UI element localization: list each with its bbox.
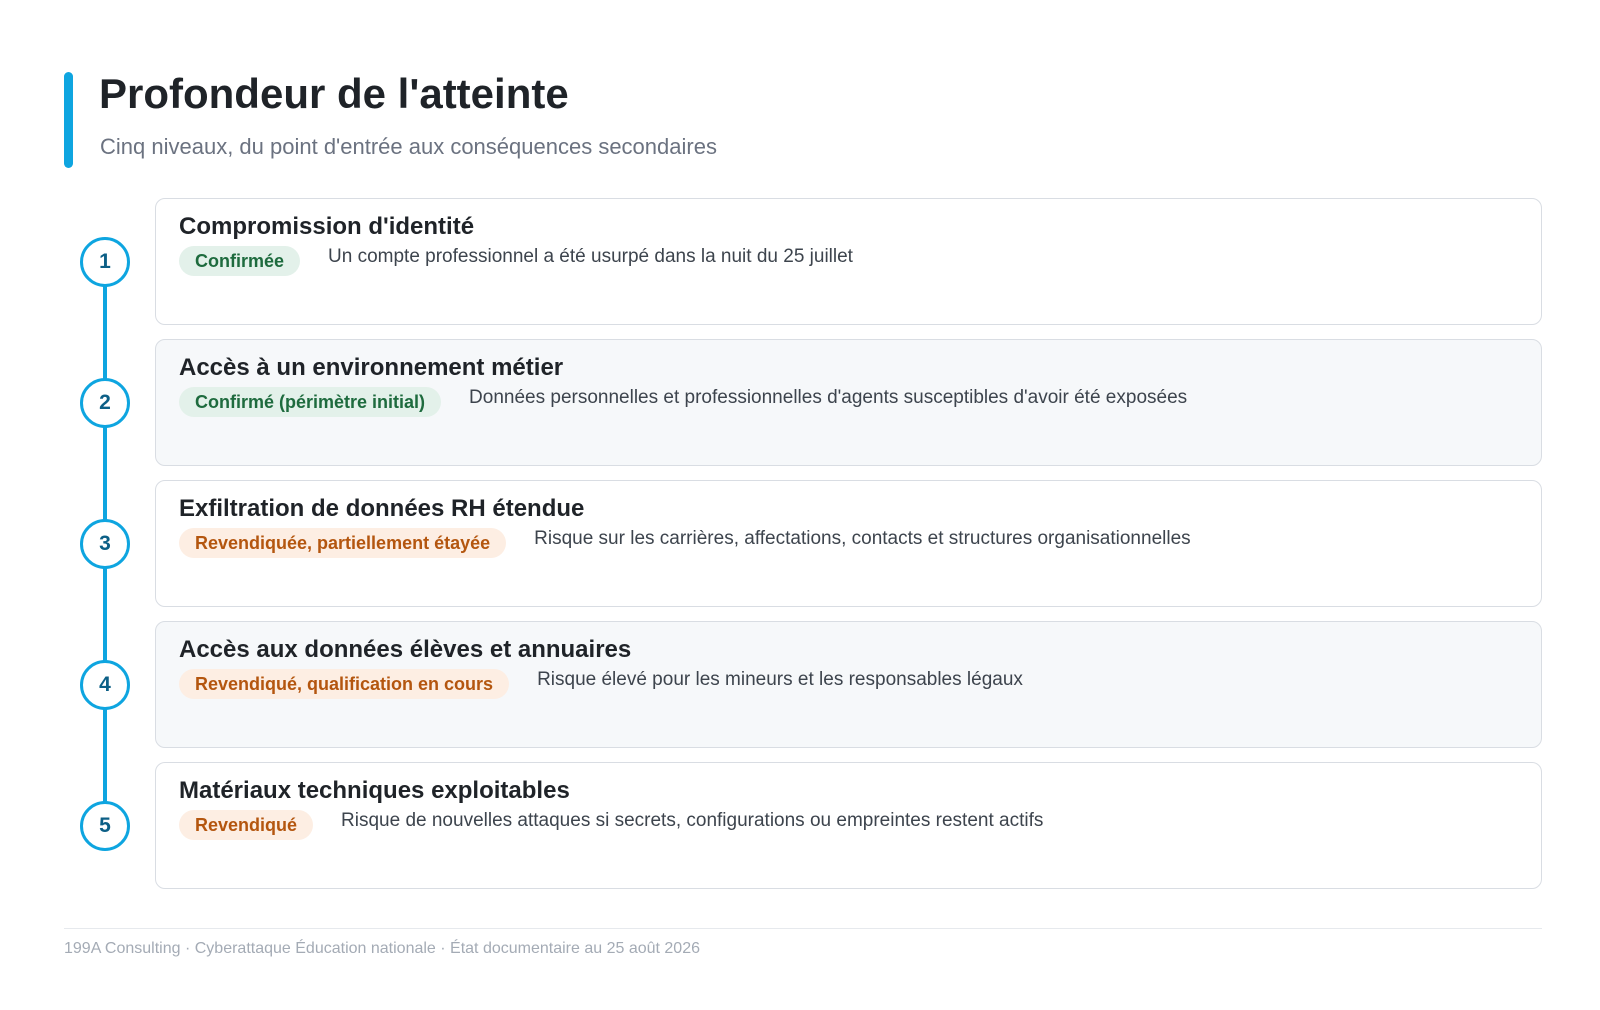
step-1: 1 Compromission d'identité Confirmée Un … [0, 198, 1600, 328]
step-details: Revendiqué Risque de nouvelles attaques … [179, 810, 1043, 840]
status-badge: Confirmée [179, 246, 301, 276]
step-description: Un compte professionnel a été usurpé dan… [328, 246, 853, 267]
footer-divider [64, 928, 1542, 929]
step-number-badge: 2 [80, 378, 130, 428]
status-badge: Revendiquée, partiellement étayée [179, 528, 507, 558]
step-description: Risque de nouvelles attaques si secrets,… [341, 810, 1044, 831]
step-title: Matériaux techniques exploitables [179, 777, 570, 804]
step-card: Exfiltration de données RH étendue Reven… [155, 480, 1542, 607]
status-badge: Revendiqué [179, 810, 314, 840]
step-card: Accès à un environnement métier Confirmé… [155, 339, 1542, 466]
step-details: Revendiquée, partiellement étayée Risque… [179, 528, 1191, 558]
step-number-badge: 5 [80, 801, 130, 851]
step-card: Accès aux données élèves et annuaires Re… [155, 621, 1542, 748]
step-title: Exfiltration de données RH étendue [179, 495, 585, 522]
page-subtitle: Cinq niveaux, du point d'entrée aux cons… [100, 134, 717, 159]
page-title: Profondeur de l'atteinte [99, 70, 569, 117]
step-description: Risque élevé pour les mineurs et les res… [537, 669, 1023, 690]
step-number-badge: 3 [80, 519, 130, 569]
status-badge: Revendiqué, qualification en cours [179, 669, 510, 699]
step-3: 3 Exfiltration de données RH étendue Rev… [0, 480, 1600, 610]
step-5: 5 Matériaux techniques exploitables Reve… [0, 762, 1600, 892]
step-description: Risque sur les carrières, affectations, … [534, 528, 1191, 549]
step-card: Compromission d'identité Confirmée Un co… [155, 198, 1542, 325]
title-accent-bar [64, 72, 73, 168]
page-header: Profondeur de l'atteinte Cinq niveaux, d… [64, 70, 1544, 168]
step-number-badge: 1 [80, 237, 130, 287]
step-title: Accès aux données élèves et annuaires [179, 636, 632, 663]
step-card: Matériaux techniques exploitables Revend… [155, 762, 1542, 889]
step-title: Accès à un environnement métier [179, 354, 564, 381]
step-4: 4 Accès aux données élèves et annuaires … [0, 621, 1600, 751]
step-details: Confirmée Un compte professionnel a été … [179, 246, 853, 276]
step-title: Compromission d'identité [179, 213, 475, 240]
step-2: 2 Accès à un environnement métier Confir… [0, 339, 1600, 469]
step-number-badge: 4 [80, 660, 130, 710]
step-details: Confirmé (périmètre initial) Données per… [179, 387, 1187, 417]
status-badge: Confirmé (périmètre initial) [179, 387, 442, 417]
step-description: Données personnelles et professionnelles… [469, 387, 1188, 408]
footer-text: 199A Consulting · Cyberattaque Éducation… [64, 940, 700, 957]
step-details: Revendiqué, qualification en cours Risqu… [179, 669, 1023, 699]
